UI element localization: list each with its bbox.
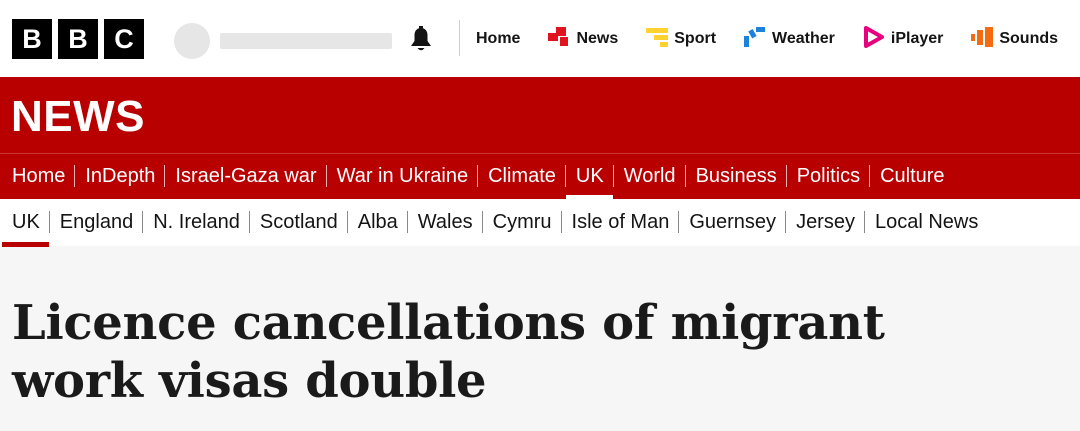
- secondary-nav-item-england[interactable]: England: [49, 199, 142, 245]
- header-divider: [459, 20, 460, 56]
- global-nav-label: iPlayer: [890, 30, 944, 47]
- primary-nav-item-israel-gaza-war[interactable]: Israel-Gaza war: [164, 154, 325, 198]
- primary-nav-label: Home: [12, 164, 66, 187]
- account-avatar[interactable]: [174, 23, 210, 59]
- notifications-bell-icon[interactable]: [406, 25, 436, 55]
- secondary-nav-item-alba[interactable]: Alba: [347, 199, 407, 245]
- bbc-logo-letter: B: [58, 19, 98, 59]
- primary-nav-label: Politics: [796, 164, 861, 187]
- primary-nav-item-business[interactable]: Business: [685, 154, 786, 198]
- secondary-nav-label: Guernsey: [689, 210, 777, 233]
- primary-nav-label: Israel-Gaza war: [175, 164, 317, 187]
- primary-nav-item-culture[interactable]: Culture: [869, 154, 953, 198]
- secondary-nav-item-cymru[interactable]: Cymru: [482, 199, 561, 245]
- secondary-nav-label: Wales: [417, 210, 473, 233]
- primary-nav-label: World: [623, 164, 676, 187]
- primary-nav-item-war-in-ukraine[interactable]: War in Ukraine: [326, 154, 478, 198]
- secondary-nav-item-guernsey[interactable]: Guernsey: [678, 199, 785, 245]
- secondary-nav-label: N. Ireland: [153, 210, 240, 233]
- secondary-nav-label: Cymru: [492, 210, 552, 233]
- primary-nav-item-politics[interactable]: Politics: [786, 154, 869, 198]
- secondary-nav-label: Jersey: [796, 210, 855, 233]
- global-header: B B C Home News Sport Weather iPlayer So…: [0, 0, 1080, 77]
- global-nav: Home News Sport Weather iPlayer Sounds: [476, 25, 1058, 53]
- secondary-nav-label: UK: [2, 211, 49, 247]
- primary-nav-item-home[interactable]: Home: [2, 154, 74, 198]
- sounds-icon: [971, 26, 999, 53]
- iplayer-icon: [863, 25, 891, 53]
- primary-section-nav: Home InDepth Israel-Gaza war War in Ukra…: [0, 153, 1080, 199]
- primary-nav-item-uk[interactable]: UK: [565, 154, 613, 199]
- global-nav-weather[interactable]: Weather: [744, 26, 835, 52]
- primary-nav-item-indepth[interactable]: InDepth: [74, 154, 164, 198]
- bbc-logo-letter: B: [12, 19, 52, 59]
- news-icon: [548, 26, 576, 52]
- global-nav-label: Weather: [772, 30, 835, 47]
- secondary-nav-item-scotland[interactable]: Scotland: [249, 199, 347, 245]
- bbc-logo[interactable]: B B C: [12, 19, 144, 59]
- global-nav-news[interactable]: News: [548, 26, 619, 52]
- secondary-nav-item-isle-of-man[interactable]: Isle of Man: [561, 199, 679, 245]
- secondary-nav-item-wales[interactable]: Wales: [407, 199, 482, 245]
- headline-line: work visas double: [12, 353, 487, 409]
- primary-nav-label: InDepth: [85, 164, 156, 187]
- global-nav-label: News: [576, 30, 619, 47]
- primary-nav-label: Culture: [880, 164, 945, 187]
- global-nav-label: Sounds: [999, 30, 1059, 47]
- bbc-logo-letter: C: [104, 19, 144, 59]
- global-nav-label: Sport: [674, 30, 717, 47]
- secondary-nav-item-uk[interactable]: UK: [2, 199, 49, 247]
- primary-nav-label: UK: [565, 165, 613, 199]
- secondary-nav-label: Local News: [874, 210, 979, 233]
- global-nav-home[interactable]: Home: [476, 30, 520, 48]
- news-section-title[interactable]: NEWS: [11, 92, 145, 142]
- article-headline: Licence cancellations of migrant work vi…: [12, 294, 1012, 410]
- global-nav-iplayer[interactable]: iPlayer: [863, 25, 944, 53]
- weather-icon: [744, 26, 772, 52]
- primary-nav-item-climate[interactable]: Climate: [477, 154, 565, 198]
- primary-nav-label: Business: [695, 164, 777, 187]
- secondary-nav-label: Isle of Man: [571, 210, 670, 233]
- news-masthead: [0, 77, 1080, 153]
- secondary-nav-label: England: [59, 210, 134, 233]
- secondary-nav-label: Alba: [357, 210, 398, 233]
- secondary-nav-item-jersey[interactable]: Jersey: [785, 199, 864, 245]
- global-nav-label: Home: [476, 30, 521, 47]
- secondary-nav-label: Scotland: [259, 210, 338, 233]
- secondary-nav-item-n-ireland[interactable]: N. Ireland: [142, 199, 249, 245]
- secondary-section-nav: UK England N. Ireland Scotland Alba Wale…: [0, 199, 1080, 247]
- headline-line: Licence cancellations of migrant: [12, 295, 885, 351]
- sport-icon: [646, 27, 674, 52]
- primary-nav-item-world[interactable]: World: [613, 154, 685, 198]
- account-name-placeholder[interactable]: [220, 33, 392, 49]
- global-nav-sounds[interactable]: Sounds: [971, 26, 1058, 53]
- primary-nav-label: Climate: [488, 164, 556, 187]
- secondary-nav-item-local-news[interactable]: Local News: [864, 199, 987, 245]
- global-nav-sport[interactable]: Sport: [646, 27, 716, 52]
- primary-nav-label: War in Ukraine: [336, 164, 469, 187]
